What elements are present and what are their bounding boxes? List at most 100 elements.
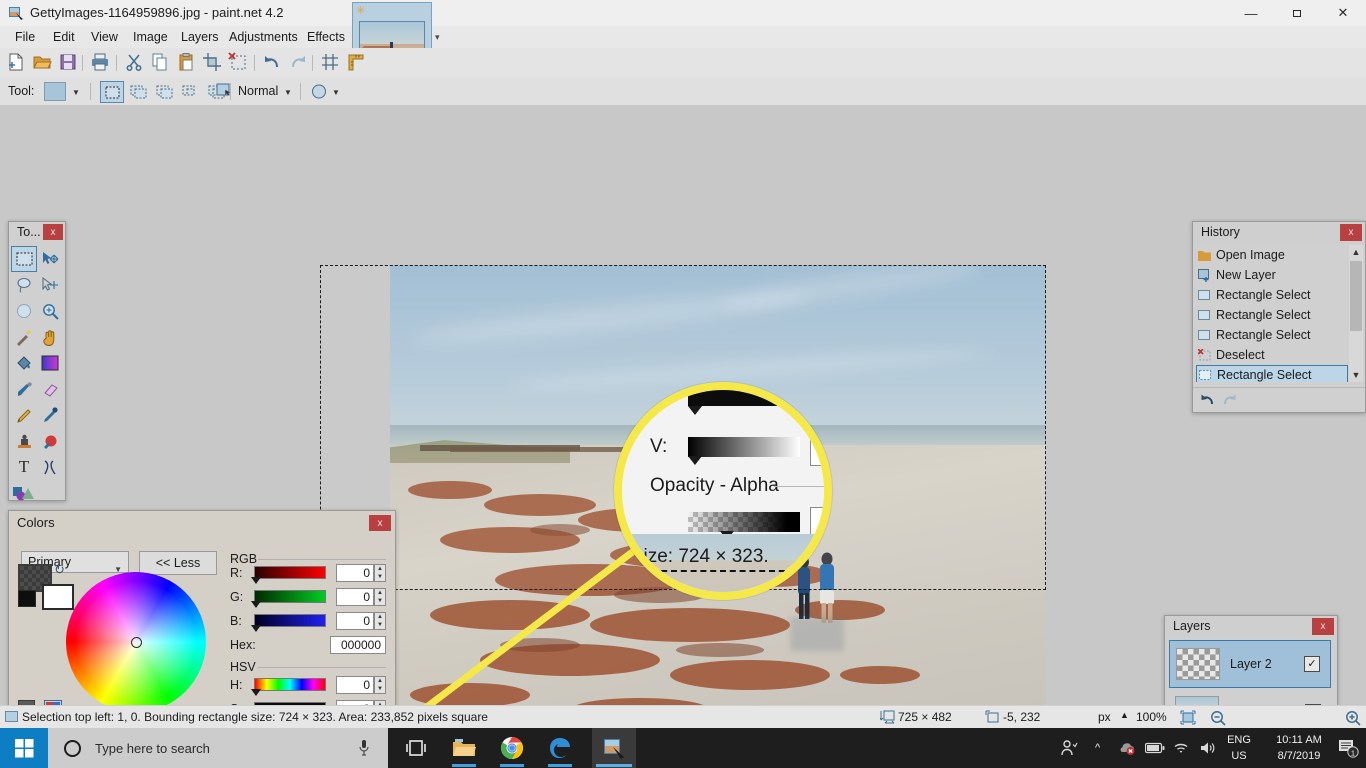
active-tool-swatch[interactable] (44, 82, 66, 101)
clone-stamp-tool[interactable] (11, 428, 37, 454)
layers-panel-close-button[interactable]: x (1312, 618, 1334, 635)
thumbnail-overflow-caret[interactable]: ▾ (435, 32, 440, 43)
grid-button[interactable] (320, 52, 342, 74)
zoom-in-icon[interactable] (1345, 710, 1361, 726)
layer-row[interactable]: Layer 2 ✓ (1169, 640, 1331, 688)
rulers-button[interactable] (346, 52, 368, 74)
history-item[interactable]: Open Image (1196, 245, 1348, 265)
tools-panel-header[interactable]: To... x (9, 222, 65, 244)
union-selection-button[interactable] (126, 81, 150, 103)
clock-time[interactable]: 10:11 AM (1265, 734, 1333, 746)
save-button[interactable] (58, 52, 80, 74)
undo-button[interactable] (262, 52, 284, 74)
print-button[interactable] (90, 52, 112, 74)
menu-effects[interactable]: Effects (302, 29, 350, 45)
menu-view[interactable]: View (86, 29, 123, 45)
text-tool[interactable]: T (11, 454, 37, 480)
start-button[interactable] (0, 728, 48, 768)
layers-panel-header[interactable]: Layers x (1165, 616, 1337, 638)
paint-bucket-tool[interactable] (11, 350, 37, 376)
history-item[interactable]: Rectangle Select (1196, 325, 1348, 345)
cut-button[interactable] (124, 52, 146, 74)
layers-list[interactable]: Layer 2 ✓ Background ✓ (1169, 640, 1331, 705)
gradient-tool[interactable] (37, 350, 63, 376)
tools-panel-close-button[interactable]: x (43, 224, 63, 240)
blend-mode-caret[interactable]: ▼ (284, 88, 292, 97)
file-explorer-icon[interactable] (452, 736, 476, 760)
onedrive-error-icon[interactable] (1118, 740, 1135, 756)
paintbrush-tool[interactable] (11, 376, 37, 402)
maximize-button[interactable] (1274, 0, 1320, 26)
shapes-tool[interactable] (11, 480, 37, 506)
edge-icon[interactable] (548, 736, 572, 760)
antialias-caret[interactable]: ▼ (332, 88, 340, 97)
zoom-out-icon[interactable] (1210, 710, 1226, 726)
blend-mode-icon[interactable] (216, 83, 234, 100)
color-picker-tool[interactable] (37, 402, 63, 428)
move-selected-tool[interactable] (37, 246, 63, 272)
history-item[interactable]: Deselect (1196, 345, 1348, 365)
exclude-selection-button[interactable] (152, 81, 176, 103)
units-caret[interactable]: ▲ (1120, 710, 1129, 720)
layer-row[interactable]: Background ✓ (1169, 688, 1331, 705)
history-scrollbar[interactable]: ▲ ▼ (1349, 245, 1363, 382)
crop-to-selection-button[interactable] (202, 52, 224, 74)
intersect-selection-button[interactable] (178, 81, 202, 103)
layer-visibility-checkbox[interactable]: ✓ (1304, 656, 1320, 672)
magic-wand-tool[interactable] (11, 324, 37, 350)
units-label[interactable]: px (1098, 710, 1111, 724)
history-scroll-down-button[interactable]: ▼ (1349, 368, 1363, 382)
volume-icon[interactable] (1199, 740, 1216, 756)
ellipse-select-tool[interactable] (11, 298, 37, 324)
line-curve-tool[interactable] (37, 454, 63, 480)
antialiasing-icon[interactable] (310, 83, 328, 100)
people-icon[interactable] (1060, 739, 1078, 757)
open-button[interactable] (32, 52, 54, 74)
move-selection-tool[interactable] (37, 272, 63, 298)
pan-tool[interactable] (37, 324, 63, 350)
new-button[interactable] (6, 52, 28, 74)
history-scroll-up-button[interactable]: ▲ (1349, 245, 1363, 259)
show-hidden-icons-icon[interactable]: ^ (1095, 742, 1100, 754)
minimize-button[interactable]: — (1228, 0, 1274, 26)
tool-dropdown-caret[interactable]: ▼ (72, 88, 80, 97)
zoom-level-text[interactable]: 100% (1136, 710, 1167, 724)
color-mode-dropdown[interactable]: Primary ▼ (21, 551, 129, 573)
battery-icon[interactable] (1145, 741, 1165, 755)
rectangle-select-tool[interactable] (11, 246, 37, 272)
history-list[interactable]: Open Image New Layer Rectangle Select Re… (1196, 245, 1348, 382)
fit-to-window-icon[interactable] (1180, 710, 1196, 725)
history-item-selected[interactable]: Rectangle Select (1196, 365, 1348, 382)
menu-file[interactable]: File (10, 29, 40, 45)
history-redo-button[interactable] (1221, 391, 1238, 408)
deselect-button[interactable] (228, 52, 250, 74)
less-button[interactable]: << Less (139, 551, 217, 575)
recolor-tool[interactable] (37, 428, 63, 454)
menu-layers[interactable]: Layers (176, 29, 224, 45)
redo-button[interactable] (288, 52, 310, 74)
wifi-icon[interactable] (1173, 740, 1190, 756)
close-button[interactable]: ✕ (1320, 0, 1366, 26)
action-center-icon[interactable]: 1 (1338, 738, 1359, 758)
history-scroll-thumb[interactable] (1350, 261, 1362, 331)
history-item[interactable]: Rectangle Select (1196, 285, 1348, 305)
pencil-tool[interactable] (11, 402, 37, 428)
chrome-icon[interactable] (500, 736, 524, 760)
microphone-icon[interactable] (358, 739, 370, 757)
paste-button[interactable] (176, 52, 198, 74)
search-input[interactable]: Type here to search (48, 728, 388, 768)
zoom-tool[interactable] (37, 298, 63, 324)
blend-mode-label[interactable]: Normal (238, 84, 278, 98)
history-item[interactable]: New Layer (1196, 265, 1348, 285)
eraser-tool[interactable] (37, 376, 63, 402)
history-panel-close-button[interactable]: x (1340, 224, 1362, 241)
clock-date[interactable]: 8/7/2019 (1265, 750, 1333, 762)
task-view-icon[interactable] (404, 736, 428, 760)
replace-selection-button[interactable] (100, 81, 124, 103)
colors-panel-close-button[interactable]: x (369, 515, 391, 531)
colors-panel-header[interactable]: Colors x (9, 511, 395, 535)
history-undo-button[interactable] (1199, 391, 1216, 408)
history-item[interactable]: Rectangle Select (1196, 305, 1348, 325)
language-line2[interactable]: US (1219, 750, 1259, 762)
canvas-area[interactable]: V: Opacity - Alpha size: 724 × 323. (0, 105, 1366, 705)
